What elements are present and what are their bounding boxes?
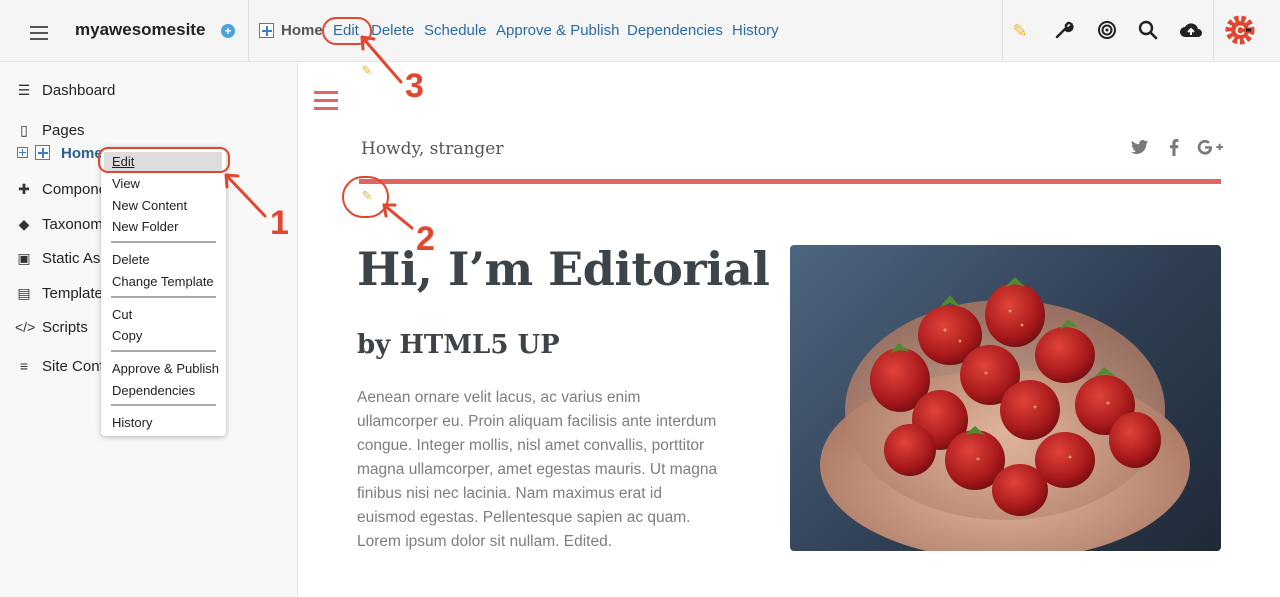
tag-icon: ◆	[18, 216, 30, 232]
annotation-number: 2	[416, 220, 435, 258]
cms-screen: myawesomesite + Home Edit Delete Schedul…	[0, 0, 1280, 597]
context-menu: Edit View New Content New Folder Delete …	[101, 147, 226, 436]
google-plus-icon[interactable]	[1197, 139, 1223, 161]
header-divider	[359, 179, 1221, 184]
image-icon: ▣	[17, 250, 31, 266]
sidebar-item-dashboard[interactable]: ☰ Dashboard	[15, 82, 116, 99]
facebook-icon[interactable]	[1169, 139, 1179, 161]
menu-divider	[111, 404, 216, 406]
annotation-number: 1	[270, 204, 289, 242]
twitter-icon[interactable]	[1131, 139, 1149, 160]
sidebar-item-pages[interactable]: ▯ Pages	[15, 122, 84, 139]
tree-expand-icon[interactable]	[17, 147, 28, 158]
body-line: magna ullamcorper, amet egestas mauris. …	[357, 461, 718, 478]
body-line: finibus nisi nec lacinia. Nam maximus er…	[357, 485, 662, 502]
template-icon: ▤	[17, 285, 31, 301]
site-name[interactable]: myawesomesite	[75, 20, 205, 40]
menu-item-new-content[interactable]: New Content	[112, 198, 187, 213]
pencil-icon[interactable]: ✎	[1009, 20, 1031, 42]
body-line: Lorem ipsum dolor sit nullam. Edited.	[357, 533, 613, 550]
menu-item-dependencies[interactable]: Dependencies	[112, 383, 195, 398]
top-toolbar: myawesomesite + Home Edit Delete Schedul…	[0, 0, 1280, 62]
sidebar-item-templates[interactable]: ▤ Templates	[15, 285, 110, 302]
body-line: ullamcorper eu. Proin aliquam facilisis …	[357, 413, 717, 430]
menu-item-new-folder[interactable]: New Folder	[112, 219, 178, 234]
annotation-highlight	[322, 17, 372, 45]
menu-icon[interactable]	[314, 91, 338, 110]
site-preview: ✎ Howdy, stranger ✎ Hi, I’m Editorial by…	[299, 62, 1280, 597]
svg-text:C: C	[1235, 22, 1245, 38]
dependencies-link[interactable]: Dependencies	[627, 22, 723, 39]
page-subtitle: by HTML5 UP	[357, 330, 560, 360]
puzzle-icon: ✚	[18, 181, 30, 197]
toolbar-divider	[1002, 0, 1003, 62]
page-icon	[35, 145, 50, 160]
body-text: Aenean ornare velit lacus, ac varius eni…	[357, 386, 737, 554]
pencil-icon[interactable]: ✎	[360, 64, 374, 78]
menu-item-history[interactable]: History	[112, 415, 152, 430]
menu-item-copy[interactable]: Copy	[112, 328, 142, 343]
hamburger-icon[interactable]	[30, 26, 48, 40]
annotation-number: 3	[405, 67, 424, 105]
sliders-icon: ≡	[19, 358, 29, 374]
code-icon: </>	[15, 319, 36, 335]
menu-item-change-template[interactable]: Change Template	[112, 274, 214, 289]
schedule-link[interactable]: Schedule	[424, 22, 487, 39]
target-icon[interactable]	[1096, 20, 1118, 42]
menu-divider	[111, 350, 216, 352]
sidebar-item-taxonomy[interactable]: ◆ Taxonomy	[15, 216, 111, 233]
search-icon[interactable]	[1137, 20, 1159, 42]
menu-divider	[111, 296, 216, 298]
cloud-upload-icon[interactable]	[1179, 20, 1203, 42]
toolbar-divider	[248, 0, 249, 62]
page-icon	[259, 23, 274, 38]
body-line: congue. Integer mollis, nisl amet conval…	[357, 437, 705, 454]
menu-item-cut[interactable]: Cut	[112, 307, 132, 322]
menu-divider	[111, 241, 216, 243]
crafter-logo[interactable]: C	[1224, 14, 1256, 46]
page-icon: ▯	[20, 122, 28, 138]
history-link[interactable]: History	[732, 22, 779, 39]
toolbar-divider	[1213, 0, 1214, 62]
body-line: euismod egestas. Pellentesque sapien ac …	[357, 509, 691, 526]
menu-item-view[interactable]: View	[112, 176, 140, 191]
menu-item-delete[interactable]: Delete	[112, 252, 150, 267]
tree-item-home[interactable]: Home	[61, 145, 103, 162]
approve-publish-link[interactable]: Approve & Publish	[496, 22, 619, 39]
add-site-icon[interactable]: +	[221, 24, 235, 38]
annotation-highlight	[342, 176, 389, 218]
delete-link[interactable]: Delete	[371, 22, 414, 39]
strawberries-image	[790, 245, 1221, 551]
dashboard-icon: ☰	[17, 82, 31, 98]
annotation-highlight	[98, 147, 230, 173]
breadcrumb-home[interactable]: Home	[281, 22, 323, 39]
sidebar-item-scripts[interactable]: </> Scripts	[15, 319, 88, 336]
wrench-icon[interactable]	[1053, 20, 1075, 42]
body-line: Aenean ornare velit lacus, ac varius eni…	[357, 389, 641, 406]
greeting-text: Howdy, stranger	[361, 139, 504, 159]
menu-item-approve-publish[interactable]: Approve & Publish	[112, 361, 219, 376]
